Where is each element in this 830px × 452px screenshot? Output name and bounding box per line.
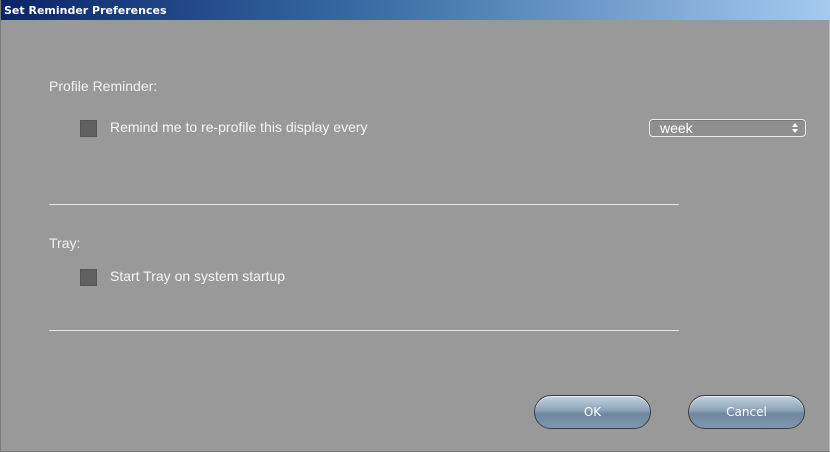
title-bar[interactable]: Set Reminder Preferences [1,0,830,20]
window-title: Set Reminder Preferences [4,4,167,17]
cancel-button[interactable]: Cancel [688,395,805,429]
remind-reprofile-checkbox[interactable] [80,120,97,137]
bottom-divider [49,330,679,331]
dialog-content: Profile Reminder: Remind me to re-profil… [9,20,829,450]
reminder-interval-value: week [660,120,693,136]
ok-button[interactable]: OK [534,395,651,429]
profile-reminder-section-label: Profile Reminder: [49,78,158,94]
reminder-interval-select[interactable]: week [649,119,806,137]
start-tray-checkbox[interactable] [80,269,97,286]
reminder-preferences-window: Set Reminder Preferences Profile Reminde… [0,0,830,452]
tray-section-label: Tray: [49,235,81,251]
select-arrows-icon [792,123,798,133]
start-tray-label[interactable]: Start Tray on system startup [110,268,285,284]
remind-reprofile-label[interactable]: Remind me to re-profile this display eve… [110,119,368,135]
section-divider [49,204,679,205]
